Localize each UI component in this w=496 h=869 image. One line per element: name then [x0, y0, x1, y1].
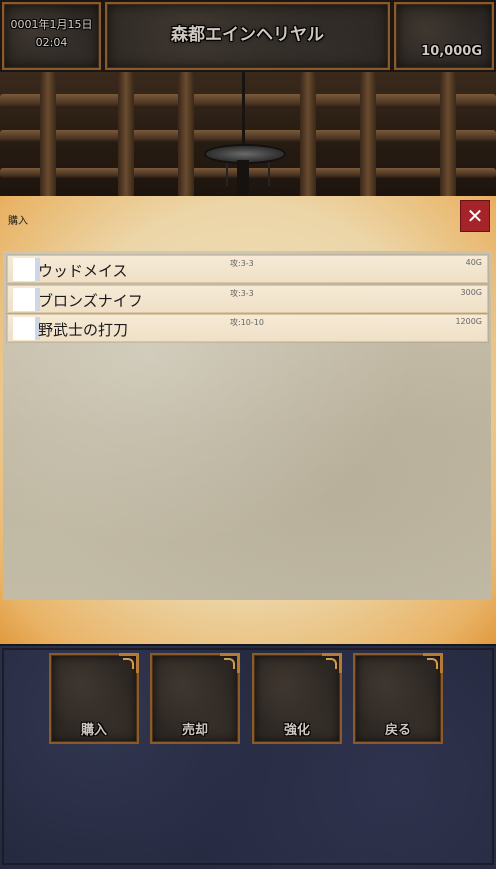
- item-list[interactable]: ウッドメイス 攻:3-3 40G ブロンズナイフ 攻:3-3 300G 野武士の…: [3, 251, 491, 600]
- status-header: 0001年1月15日 02:04 森都エインヘリヤル 10,000G: [0, 0, 496, 72]
- location-box: 森都エインヘリヤル: [105, 2, 390, 70]
- ceiling-beam: [0, 130, 496, 142]
- close-icon: ✕: [466, 204, 484, 228]
- item-name: ブロンズナイフ: [38, 292, 143, 310]
- list-item[interactable]: 野武士の打刀 攻:10-10 1200G: [7, 314, 488, 342]
- upgrade-label: 強化: [283, 723, 310, 738]
- ceiling-log: [360, 72, 376, 198]
- shop-panel: 購入 ✕ ウッドメイス 攻:3-3 40G ブロンズナイフ 攻:3-3 300G…: [0, 196, 496, 644]
- shop-ceiling-scene: [0, 72, 496, 198]
- item-icon: [13, 288, 35, 311]
- list-item[interactable]: ブロンズナイフ 攻:3-3 300G: [7, 285, 488, 313]
- corner-ornament-icon: [322, 653, 342, 673]
- ceiling-log: [118, 72, 134, 198]
- gold-amount: 10,000G: [421, 44, 482, 59]
- corner-ornament-icon: [220, 653, 240, 673]
- item-name: ウッドメイス: [38, 262, 128, 280]
- buy-label: 購入: [80, 723, 107, 738]
- back-button[interactable]: 戻る: [353, 653, 443, 744]
- item-icon: [13, 317, 35, 340]
- corner-ornament-icon: [423, 653, 443, 673]
- ceiling-log: [178, 72, 194, 198]
- panel-title: 購入: [8, 216, 28, 227]
- shop-menu: 購入 売却 強化 戻る: [0, 644, 496, 869]
- item-attack: 攻:3-3: [230, 289, 254, 298]
- chandelier-post: [237, 160, 249, 198]
- item-price: 1200G: [455, 317, 482, 326]
- back-label: 戻る: [384, 723, 411, 738]
- datetime-box: 0001年1月15日 02:04: [2, 2, 101, 70]
- ceiling-log: [300, 72, 316, 198]
- corner-ornament-icon: [119, 653, 139, 673]
- item-attack: 攻:10-10: [230, 318, 264, 327]
- item-icon: [13, 258, 35, 281]
- sell-label: 売却: [181, 723, 208, 738]
- item-name: 野武士の打刀: [38, 321, 129, 339]
- sell-button[interactable]: 売却: [150, 653, 240, 744]
- ceiling-log: [40, 72, 56, 198]
- chandelier-rod: [242, 72, 245, 150]
- game-time: 02:04: [35, 36, 68, 49]
- close-button[interactable]: ✕: [460, 200, 490, 232]
- gold-box: 10,000G: [394, 2, 494, 70]
- item-price: 300G: [460, 288, 482, 297]
- ceiling-beam: [0, 94, 496, 108]
- ceiling-log: [440, 72, 456, 198]
- list-item[interactable]: ウッドメイス 攻:3-3 40G: [7, 255, 488, 283]
- location-name: 森都エインヘリヤル: [171, 25, 324, 45]
- item-price: 40G: [465, 258, 482, 267]
- buy-button[interactable]: 購入: [49, 653, 139, 744]
- game-date: 0001年1月15日: [10, 18, 93, 31]
- item-attack: 攻:3-3: [230, 259, 254, 268]
- upgrade-button[interactable]: 強化: [252, 653, 342, 744]
